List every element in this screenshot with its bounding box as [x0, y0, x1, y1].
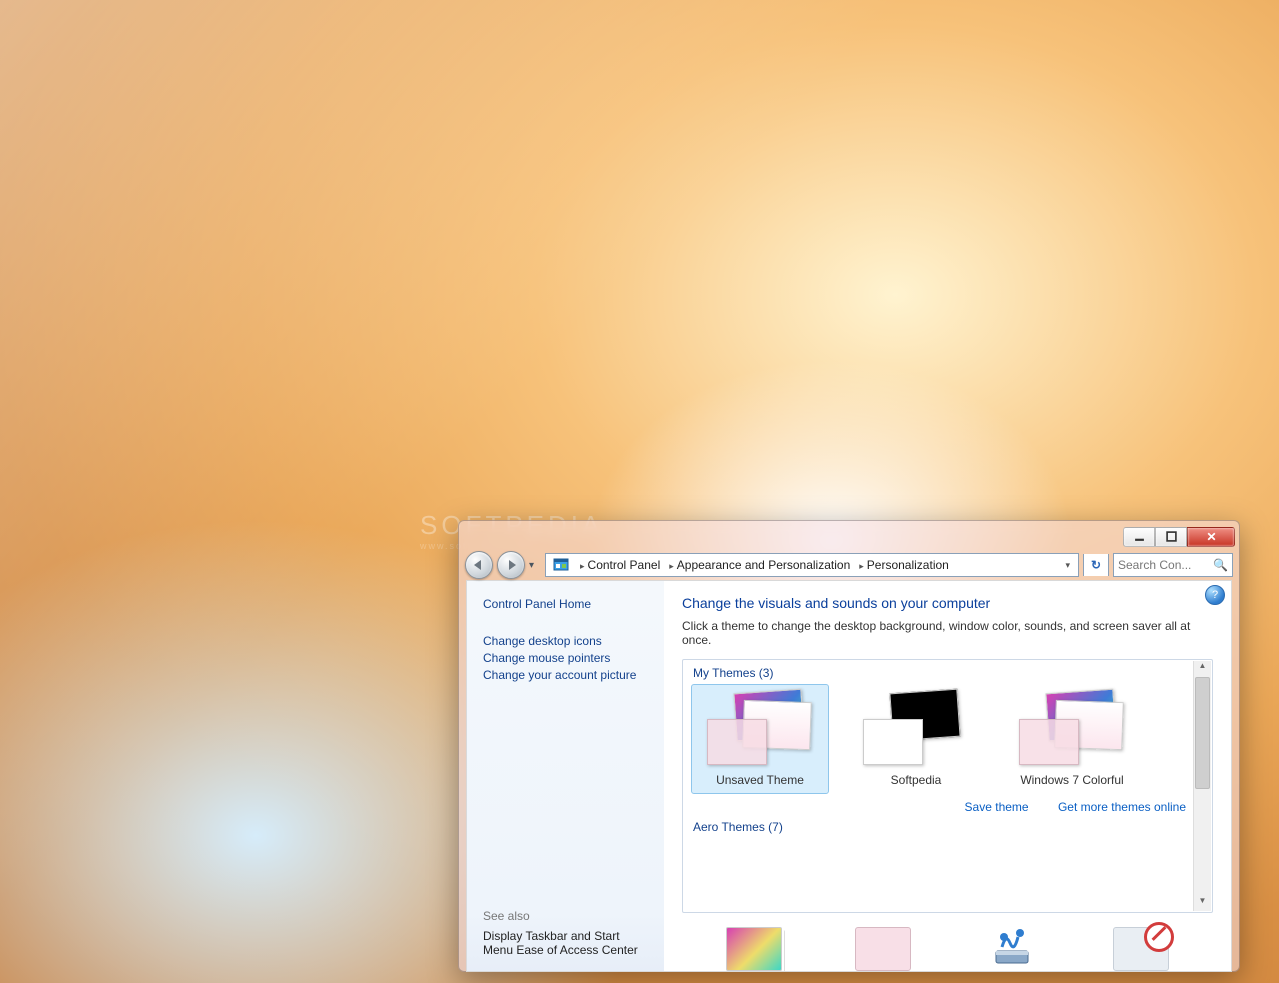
page-title: Change the visuals and sounds on your co… [682, 595, 1213, 611]
scrollbar[interactable]: ▲ ▼ [1193, 661, 1211, 911]
task-change-mouse-pointers[interactable]: Change mouse pointers [483, 651, 648, 665]
themes-panel: My Themes (3) Unsaved Theme Softpedia Wi… [682, 659, 1213, 913]
theme-item-softpedia[interactable]: Softpedia [847, 684, 985, 794]
theme-item-colorful[interactable]: Windows 7 Colorful [1003, 684, 1141, 794]
personalization-window: ▾ ▸Control Panel ▸Appearance and Persona… [458, 520, 1240, 972]
maximize-button[interactable] [1155, 527, 1187, 547]
navigation-bar: ▾ ▸Control Panel ▸Appearance and Persona… [459, 550, 1239, 580]
sidebar: Control Panel Home Change desktop icons … [467, 581, 664, 971]
nav-history-dropdown[interactable]: ▾ [529, 560, 541, 571]
breadcrumb-segment[interactable]: ▸Control Panel [574, 558, 663, 572]
forward-button[interactable] [497, 551, 525, 579]
see-also-display[interactable]: Display [483, 929, 522, 943]
window-color-item[interactable]: Window Color Blush [819, 927, 947, 971]
content-area: ? Change the visuals and sounds on your … [664, 581, 1231, 971]
search-placeholder: Search Con... [1118, 558, 1191, 572]
refresh-button[interactable]: ↻ [1083, 554, 1109, 576]
aero-themes-header: Aero Themes (7) [693, 820, 1204, 834]
minimize-button[interactable] [1123, 527, 1155, 547]
help-button[interactable]: ? [1205, 585, 1225, 605]
task-change-desktop-icons[interactable]: Change desktop icons [483, 634, 648, 648]
search-box[interactable]: Search Con... 🔍 [1113, 553, 1233, 577]
see-also-ease-of-access[interactable]: Ease of Access Center [516, 943, 637, 957]
get-more-themes-link[interactable]: Get more themes online [1058, 800, 1186, 814]
window-color-icon [855, 927, 911, 971]
title-bar[interactable] [459, 521, 1239, 550]
close-button[interactable] [1187, 527, 1235, 547]
theme-item-unsaved[interactable]: Unsaved Theme [691, 684, 829, 794]
screen-saver-icon [1113, 927, 1169, 971]
sounds-icon [985, 927, 1039, 969]
scroll-thumb[interactable] [1195, 677, 1210, 789]
sounds-item[interactable]: Sounds Windows Default [948, 927, 1076, 971]
my-themes-header: My Themes (3) [693, 666, 1204, 680]
screen-saver-item[interactable]: Screen Saver None [1077, 927, 1205, 971]
address-bar[interactable]: ▸Control Panel ▸Appearance and Personali… [545, 553, 1079, 577]
breadcrumb-segment[interactable]: ▸Appearance and Personalization [663, 558, 853, 572]
back-button[interactable] [465, 551, 493, 579]
page-description: Click a theme to change the desktop back… [682, 619, 1213, 647]
desktop-background-item[interactable]: Desktop Background Slide Show [690, 927, 818, 971]
breadcrumb-segment[interactable]: ▸Personalization [853, 558, 952, 572]
see-also-header: See also [483, 909, 648, 923]
scroll-up-icon[interactable]: ▲ [1194, 661, 1211, 676]
address-dropdown[interactable]: ▾ [1061, 558, 1074, 573]
search-icon: 🔍 [1213, 558, 1228, 572]
save-theme-link[interactable]: Save theme [965, 800, 1029, 814]
control-panel-icon [552, 557, 570, 573]
desktop-background-icon [726, 927, 782, 971]
task-change-account-picture[interactable]: Change your account picture [483, 668, 648, 682]
scroll-down-icon[interactable]: ▼ [1194, 896, 1211, 911]
control-panel-home-link[interactable]: Control Panel Home [483, 597, 648, 611]
